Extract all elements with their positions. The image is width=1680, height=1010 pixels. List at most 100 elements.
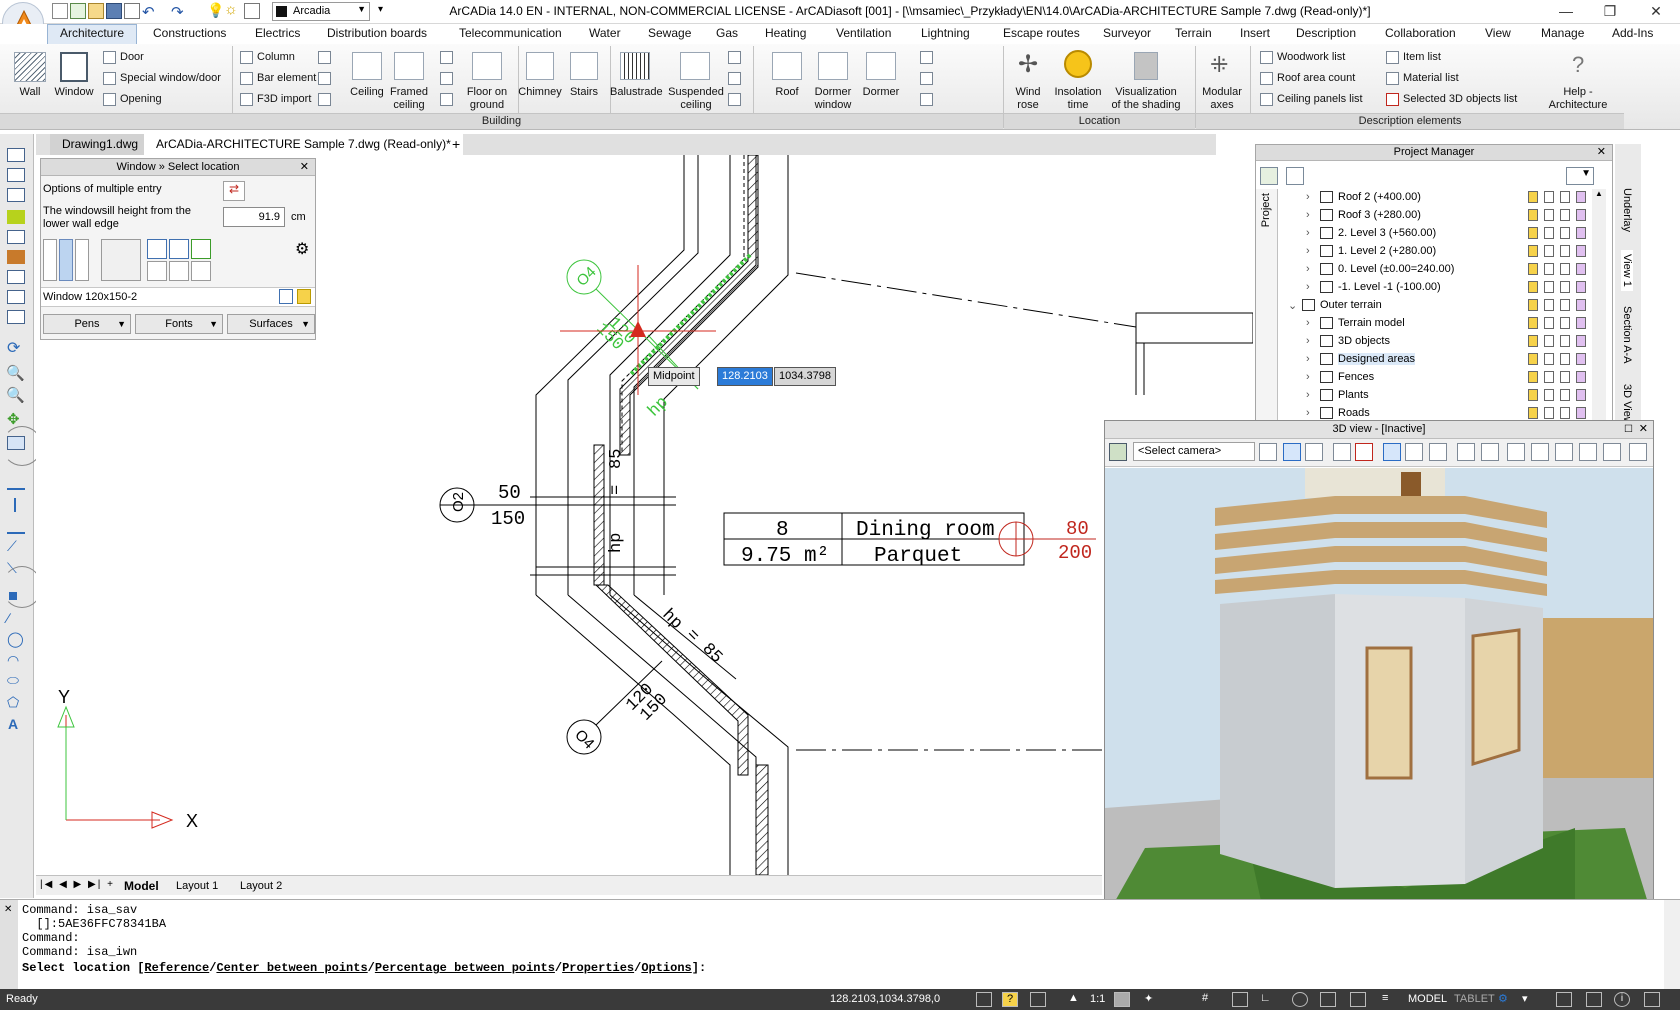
visibility-icon[interactable] [1528,227,1538,239]
tree-row[interactable]: › Fences [1280,369,1590,386]
lineweight-icon[interactable]: ≡ [1382,992,1398,1007]
visibility-icon[interactable] [1528,389,1538,401]
print-icon[interactable] [1560,335,1570,347]
tree-row[interactable]: › Designed areas [1280,351,1590,368]
print-icon[interactable] [1560,317,1570,329]
doc-tab-sample7[interactable]: ArCADia-ARCHITECTURE Sample 7.dwg (Read-… [144,134,463,155]
3d-mode-icon[interactable] [1603,443,1621,461]
regen-icon[interactable]: ⟳ [7,338,20,358]
window-layout-icon[interactable] [1586,992,1602,1007]
close-icon[interactable]: ✕ [1639,421,1648,438]
visibility-icon[interactable] [1528,317,1538,329]
tool-icon[interactable] [7,310,25,324]
floor-on-ground-button[interactable]: Floor on ground [462,86,512,112]
ui-toggle-icon[interactable] [1556,992,1572,1007]
woodwork-list-button[interactable]: Woodwork list [1277,51,1345,64]
visibility-icon[interactable] [1528,281,1538,293]
screenshot-icon[interactable] [1579,443,1597,461]
tree-tool-icon[interactable] [1286,167,1304,185]
column-button[interactable]: Column [257,51,295,64]
gear-icon[interactable]: ⚙ [1498,992,1514,1007]
placement-mode-icon[interactable] [147,261,167,281]
modular-axes-icon[interactable]: ⁜ [1210,52,1228,78]
tree-row[interactable]: › 0. Level (±0.00=240.00) [1280,261,1590,278]
open-file-icon[interactable] [88,3,104,19]
status-scale[interactable]: 1:1 [1090,993,1105,1005]
chimney-button[interactable]: Chimney [518,86,562,99]
view-tool-icon[interactable] [1531,443,1549,461]
wall-button[interactable]: Wall [10,86,50,99]
chevron-right-icon[interactable]: › [1306,245,1316,257]
lock-icon[interactable] [1544,317,1554,329]
item-list-button[interactable]: Item list [1403,51,1441,64]
color-icon[interactable] [1576,209,1586,221]
tree-row[interactable]: › Roof 3 (+280.00) [1280,207,1590,224]
view-tool-icon[interactable] [1429,443,1447,461]
chevron-right-icon[interactable]: › [1306,335,1316,347]
insolation-time-icon[interactable] [1064,50,1092,78]
tool-icon[interactable] [318,51,331,64]
save-icon[interactable] [106,3,122,19]
library-icon[interactable] [297,289,311,304]
tree-row[interactable]: › Roads [1280,405,1590,421]
color-icon[interactable] [1576,353,1586,365]
color-icon[interactable] [1576,317,1586,329]
maximize-button[interactable]: ❐ [1588,0,1632,24]
tab-collaboration[interactable]: Collaboration [1385,26,1456,40]
print-icon[interactable] [1560,407,1570,419]
close-icon[interactable]: ✕ [0,900,18,919]
tool-icon[interactable] [7,168,25,182]
tab-description[interactable]: Description [1296,26,1356,40]
grid-toggle-icon[interactable]: # [1202,992,1218,1007]
tab-lightning[interactable]: Lightning [921,26,970,40]
color-icon[interactable] [1576,227,1586,239]
polar-icon[interactable] [1292,992,1308,1007]
chevron-down-icon[interactable]: ⌄ [1288,299,1298,312]
print-icon[interactable] [1560,227,1570,239]
tab-ventilation[interactable]: Ventilation [836,26,891,40]
fly-icon[interactable] [1405,443,1423,461]
window-icon[interactable] [60,52,88,82]
stairs-button[interactable]: Stairs [562,86,606,99]
tree-row[interactable]: › Roof 2 (+400.00) [1280,189,1590,206]
command-window-handle[interactable]: ✕ [0,900,18,990]
surfaces-button[interactable]: Surfaces ▼ [227,314,315,334]
tab-layout1[interactable]: Layout 1 [176,880,218,892]
tab-model[interactable]: Model [124,879,159,893]
scroll-up-icon[interactable]: ▲ [1592,189,1606,198]
snap-mode-icon[interactable] [976,992,992,1007]
coord-x-input[interactable]: 128.2103 [717,367,773,386]
view-tool-icon[interactable] [1333,443,1351,461]
refresh-icon[interactable] [1259,443,1277,461]
tool-icon[interactable] [7,210,25,224]
dormer-window-button[interactable]: Dormer window [810,86,856,112]
floor-on-ground-icon[interactable] [472,52,502,80]
tab-terrain[interactable]: Terrain [1175,26,1212,40]
tab-underlay[interactable]: Underlay [1621,188,1633,232]
tab-3d-view[interactable]: 3D View [1621,384,1633,425]
info-icon[interactable]: i [1614,992,1630,1007]
close-icon[interactable]: ✕ [1597,145,1606,160]
tab-add-ins[interactable]: Add-Ins [1612,26,1653,40]
tab-electrics[interactable]: Electrics [255,26,300,40]
tool-icon[interactable] [728,93,741,106]
dormer-window-icon[interactable] [818,52,848,80]
color-icon[interactable] [1576,371,1586,383]
print-icon[interactable] [1560,245,1570,257]
visibility-icon[interactable] [1528,245,1538,257]
placement-mode-icon[interactable] [191,239,211,259]
grid-icon[interactable] [1030,992,1046,1007]
visibility-icon[interactable] [1528,299,1538,311]
placement-mode-icon[interactable] [169,239,189,259]
shading-icon[interactable] [1134,52,1158,80]
balustrade-button[interactable]: Balustrade [610,86,663,99]
tree-row[interactable]: › 2. Level 3 (+560.00) [1280,225,1590,242]
render-icon[interactable] [1555,443,1573,461]
modular-axes-button[interactable]: Modular axes [1200,86,1244,112]
tab-sewage[interactable]: Sewage [648,26,691,40]
chevron-right-icon[interactable]: › [1306,389,1316,401]
status-model[interactable]: MODEL [1408,993,1447,1005]
option-percentage[interactable]: Percentage between points [375,961,555,975]
clean-screen-icon[interactable] [1644,992,1660,1007]
sill-height-input[interactable]: 91.9 [223,207,285,227]
